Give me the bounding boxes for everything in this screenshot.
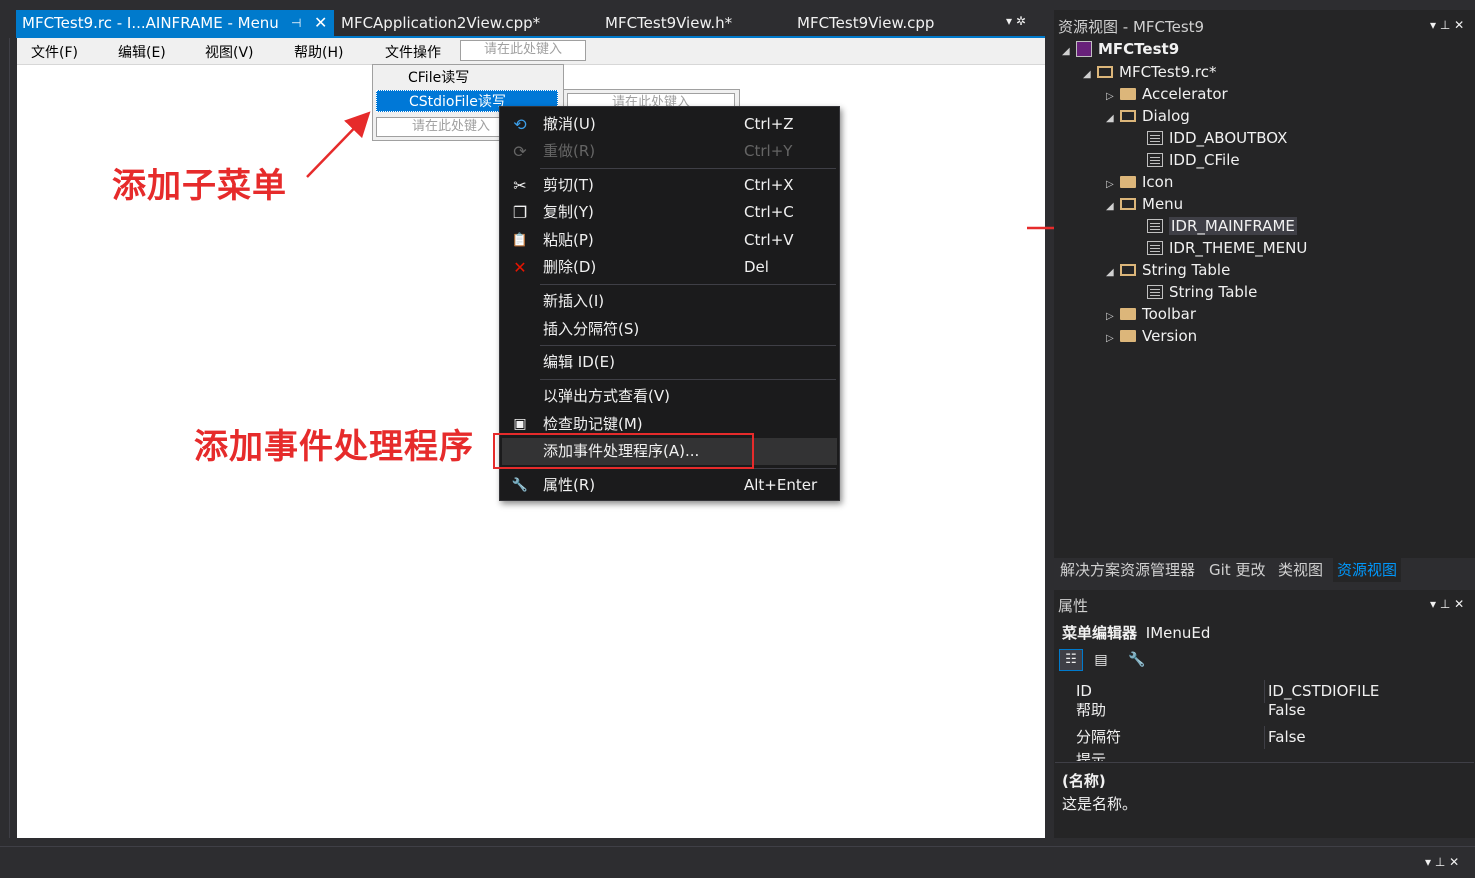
properties-object-name: 菜单编辑器 bbox=[1062, 624, 1138, 642]
property-description-title: (名称) bbox=[1062, 772, 1106, 790]
folder-icon bbox=[1120, 176, 1136, 188]
open-folder-icon bbox=[1097, 66, 1113, 78]
expanded-arrow-icon[interactable]: ◢ bbox=[1083, 64, 1097, 86]
tree-item-string-table-folder[interactable]: ◢ String Table bbox=[1106, 259, 1230, 281]
panel-window-controls[interactable]: ▾ ⊥ ✕ bbox=[1430, 597, 1464, 611]
tree-item-idd-aboutbox[interactable]: IDD_ABOUTBOX bbox=[1147, 127, 1287, 149]
panel-tab-strip: 解决方案资源管理器 Git 更改 类视图 资源视图 bbox=[1054, 558, 1475, 582]
tree-label: IDD_ABOUTBOX bbox=[1169, 129, 1288, 147]
property-value[interactable]: ID_CSTDIOFILE bbox=[1268, 680, 1379, 703]
tab-class-view[interactable]: 类视图 bbox=[1278, 558, 1323, 582]
events-wrench-icon[interactable]: 🔧 bbox=[1126, 649, 1148, 671]
property-key: ID bbox=[1076, 682, 1092, 700]
panel-window-controls[interactable]: ▾ ⊥ ✕ bbox=[1425, 855, 1459, 869]
tree-item-project[interactable]: ◢ MFCTest9 bbox=[1062, 38, 1179, 60]
tree-item-icon[interactable]: ▷ Icon bbox=[1106, 171, 1173, 193]
properties-page-icon[interactable]: ▤ bbox=[1090, 649, 1112, 671]
annotation-arrow-submenu bbox=[306, 111, 371, 178]
tree-label: MFCTest9 bbox=[1098, 40, 1180, 58]
dialog-resource-icon bbox=[1147, 153, 1163, 167]
open-folder-icon bbox=[1120, 110, 1136, 122]
tree-label: String Table bbox=[1169, 283, 1258, 301]
project-icon bbox=[1076, 41, 1092, 57]
open-folder-icon bbox=[1120, 198, 1136, 210]
tree-label: IDR_MAINFRAME bbox=[1169, 217, 1297, 235]
tree-label: Accelerator bbox=[1142, 85, 1228, 103]
tree-item-menu[interactable]: ◢ Menu bbox=[1106, 193, 1183, 215]
tree-label: IDR_THEME_MENU bbox=[1169, 239, 1308, 257]
property-value[interactable]: False bbox=[1268, 703, 1306, 717]
tree-label: Icon bbox=[1142, 173, 1174, 191]
expanded-arrow-icon[interactable]: ◢ bbox=[1106, 108, 1120, 130]
string-table-icon bbox=[1147, 285, 1163, 299]
properties-object-selector[interactable]: 菜单编辑器 IMenuEd bbox=[1062, 622, 1210, 643]
tab-resource-view[interactable]: 资源视图 bbox=[1333, 558, 1402, 582]
resource-view-title: 资源视图 - MFCTest9 bbox=[1058, 18, 1205, 36]
collapsed-arrow-icon[interactable]: ▷ bbox=[1106, 328, 1120, 350]
property-description-text: 这是名称。 bbox=[1062, 795, 1138, 813]
tree-label: MFCTest9.rc* bbox=[1119, 63, 1217, 81]
menu-resource-icon bbox=[1147, 219, 1163, 233]
bottom-tool-window-bar: ▾ ⊥ ✕ bbox=[0, 846, 1475, 878]
categorized-icon[interactable]: ☷ bbox=[1059, 649, 1083, 671]
tree-item-rc-file[interactable]: ◢ MFCTest9.rc* bbox=[1083, 61, 1216, 83]
tree-item-version[interactable]: ▷ Version bbox=[1106, 325, 1197, 347]
dialog-resource-icon bbox=[1147, 131, 1163, 145]
tab-solution-explorer[interactable]: 解决方案资源管理器 bbox=[1060, 558, 1195, 582]
tree-label: Dialog bbox=[1142, 107, 1190, 125]
tree-label: String Table bbox=[1142, 261, 1231, 279]
open-folder-icon bbox=[1120, 264, 1136, 276]
tree-label: Menu bbox=[1142, 195, 1184, 213]
menu-resource-icon bbox=[1147, 241, 1163, 255]
properties-title: 属性 bbox=[1058, 597, 1089, 615]
expanded-arrow-icon[interactable]: ◢ bbox=[1062, 41, 1076, 63]
properties-object-type: IMenuEd bbox=[1145, 624, 1211, 642]
property-key: 分隔符 bbox=[1076, 728, 1122, 746]
properties-divider bbox=[1055, 762, 1474, 763]
expanded-arrow-icon[interactable]: ◢ bbox=[1106, 196, 1120, 218]
folder-icon bbox=[1120, 330, 1136, 342]
tree-label: Version bbox=[1142, 327, 1198, 345]
tree-item-idd-cfile[interactable]: IDD_CFile bbox=[1147, 149, 1240, 171]
tab-git-changes[interactable]: Git 更改 bbox=[1209, 558, 1265, 582]
tree-item-toolbar[interactable]: ▷ Toolbar bbox=[1106, 303, 1196, 325]
property-divider bbox=[1264, 680, 1265, 703]
tree-label: Toolbar bbox=[1142, 305, 1197, 323]
folder-icon bbox=[1120, 88, 1136, 100]
property-key: 帮助 bbox=[1076, 703, 1107, 717]
tree-item-idr-mainframe[interactable]: IDR_MAINFRAME bbox=[1147, 215, 1297, 237]
tree-item-string-table[interactable]: String Table bbox=[1147, 281, 1257, 303]
tree-item-accelerator[interactable]: ▷ Accelerator bbox=[1106, 83, 1228, 105]
property-row-separator[interactable]: 分隔符 False bbox=[1062, 726, 1470, 749]
folder-icon bbox=[1120, 308, 1136, 320]
property-row-id[interactable]: ID ID_CSTDIOFILE bbox=[1062, 680, 1470, 703]
tree-item-dialog[interactable]: ◢ Dialog bbox=[1106, 105, 1190, 127]
property-row-help[interactable]: 帮助 False bbox=[1062, 703, 1470, 717]
tree-item-idr-theme-menu[interactable]: IDR_THEME_MENU bbox=[1147, 237, 1307, 259]
property-key: 提示 bbox=[1076, 751, 1107, 761]
expanded-arrow-icon[interactable]: ◢ bbox=[1106, 262, 1120, 284]
property-value[interactable]: False bbox=[1268, 726, 1306, 749]
property-divider bbox=[1264, 726, 1265, 749]
property-row-prompt[interactable]: 提示 bbox=[1062, 749, 1470, 761]
tree-label: IDD_CFile bbox=[1169, 151, 1240, 169]
panel-window-controls[interactable]: ▾ ⊥ ✕ bbox=[1430, 18, 1464, 32]
